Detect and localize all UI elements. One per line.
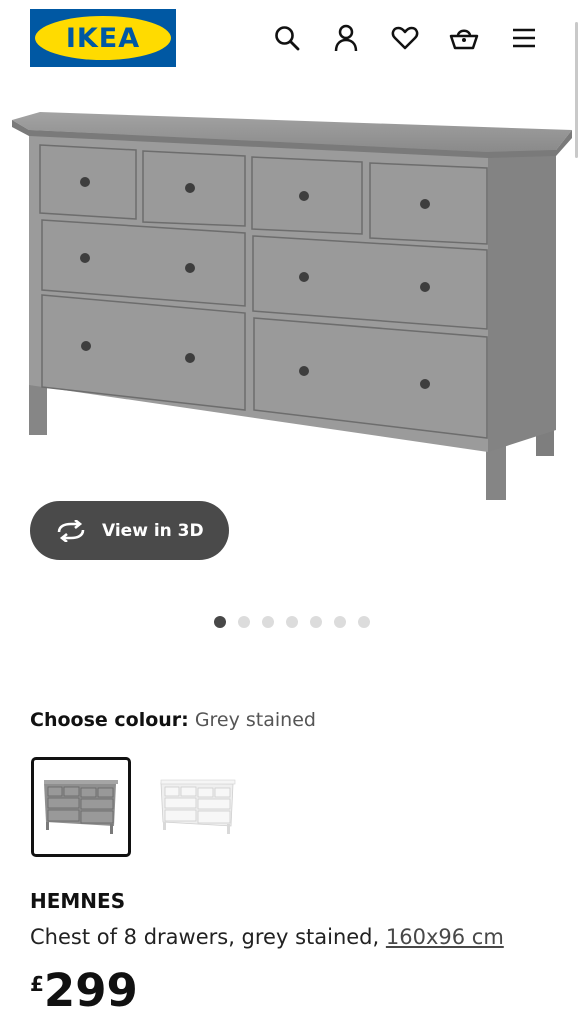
colour-swatch-white-stain[interactable] — [148, 757, 248, 857]
carousel-dot[interactable] — [238, 616, 250, 628]
colour-selector-heading: Choose colour: Grey stained — [30, 709, 316, 731]
white-chest-thumbnail — [160, 779, 236, 834]
view-in-3d-label: View in 3D — [102, 520, 204, 541]
dimensions-link[interactable]: 160x96 cm — [386, 925, 504, 949]
carousel-dot[interactable] — [262, 616, 274, 628]
colour-label: Choose colour: — [30, 709, 189, 731]
product-image[interactable] — [0, 90, 584, 530]
product-price: £ 299 — [30, 966, 138, 1016]
search-icon[interactable] — [271, 22, 303, 54]
product-name: HEMNES — [30, 889, 126, 913]
carousel-dot[interactable] — [214, 616, 226, 628]
basket-icon[interactable] — [448, 22, 480, 54]
price-currency: £ — [30, 972, 44, 996]
logo-text: IKEA — [65, 22, 141, 54]
carousel-dots — [214, 616, 370, 628]
rotate-3d-icon — [54, 519, 90, 543]
carousel-dot[interactable] — [358, 616, 370, 628]
product-description-text: Chest of 8 drawers, grey stained, — [30, 925, 386, 949]
grey-chest-thumbnail — [44, 780, 118, 834]
carousel-dot[interactable] — [334, 616, 346, 628]
heart-icon[interactable] — [389, 22, 421, 54]
logo-oval: IKEA — [35, 16, 171, 60]
price-amount: 299 — [43, 964, 138, 1017]
menu-icon[interactable] — [508, 22, 540, 54]
product-description: Chest of 8 drawers, grey stained, 160x96… — [30, 925, 504, 949]
view-in-3d-button[interactable]: View in 3D — [30, 501, 229, 560]
carousel-dot[interactable] — [310, 616, 322, 628]
colour-value: Grey stained — [194, 709, 316, 731]
user-icon[interactable] — [330, 22, 362, 54]
ikea-logo[interactable]: IKEA — [30, 9, 176, 67]
colour-swatch-grey-stained[interactable] — [31, 757, 131, 857]
carousel-dot[interactable] — [286, 616, 298, 628]
